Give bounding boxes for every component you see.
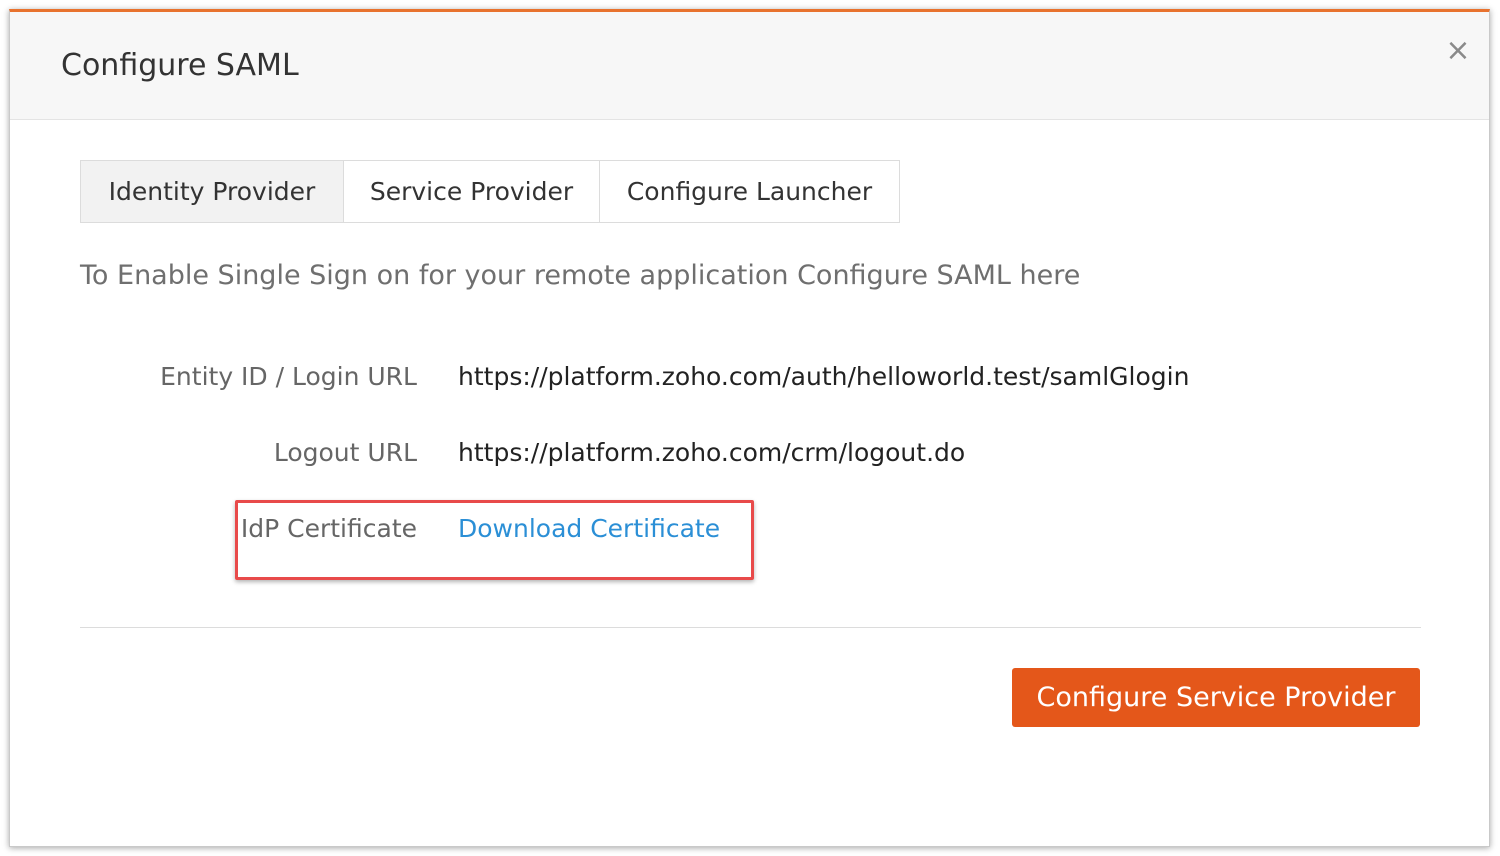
- intro-text: To Enable Single Sign on for your remote…: [80, 260, 1081, 291]
- logout-url-value: https://platform.zoho.com/crm/logout.do: [458, 438, 966, 467]
- tab-bar: Identity Provider Service Provider Confi…: [80, 160, 900, 223]
- dialog-header: Configure SAML ×: [10, 12, 1489, 120]
- dialog-title: Configure SAML: [61, 48, 299, 83]
- configure-service-provider-button[interactable]: Configure Service Provider: [1012, 668, 1420, 727]
- tab-service-provider[interactable]: Service Provider: [343, 161, 599, 222]
- tab-identity-provider[interactable]: Identity Provider: [81, 161, 343, 222]
- entity-id-label: Entity ID / Login URL: [160, 362, 417, 391]
- entity-id-value: https://platform.zoho.com/auth/helloworl…: [458, 362, 1190, 391]
- close-icon[interactable]: ×: [1445, 36, 1471, 66]
- highlight-box: [235, 500, 754, 580]
- configure-saml-dialog: Configure SAML × Identity Provider Servi…: [9, 9, 1490, 847]
- footer-divider: [80, 627, 1421, 628]
- tab-configure-launcher[interactable]: Configure Launcher: [599, 161, 899, 222]
- logout-url-label: Logout URL: [273, 438, 417, 467]
